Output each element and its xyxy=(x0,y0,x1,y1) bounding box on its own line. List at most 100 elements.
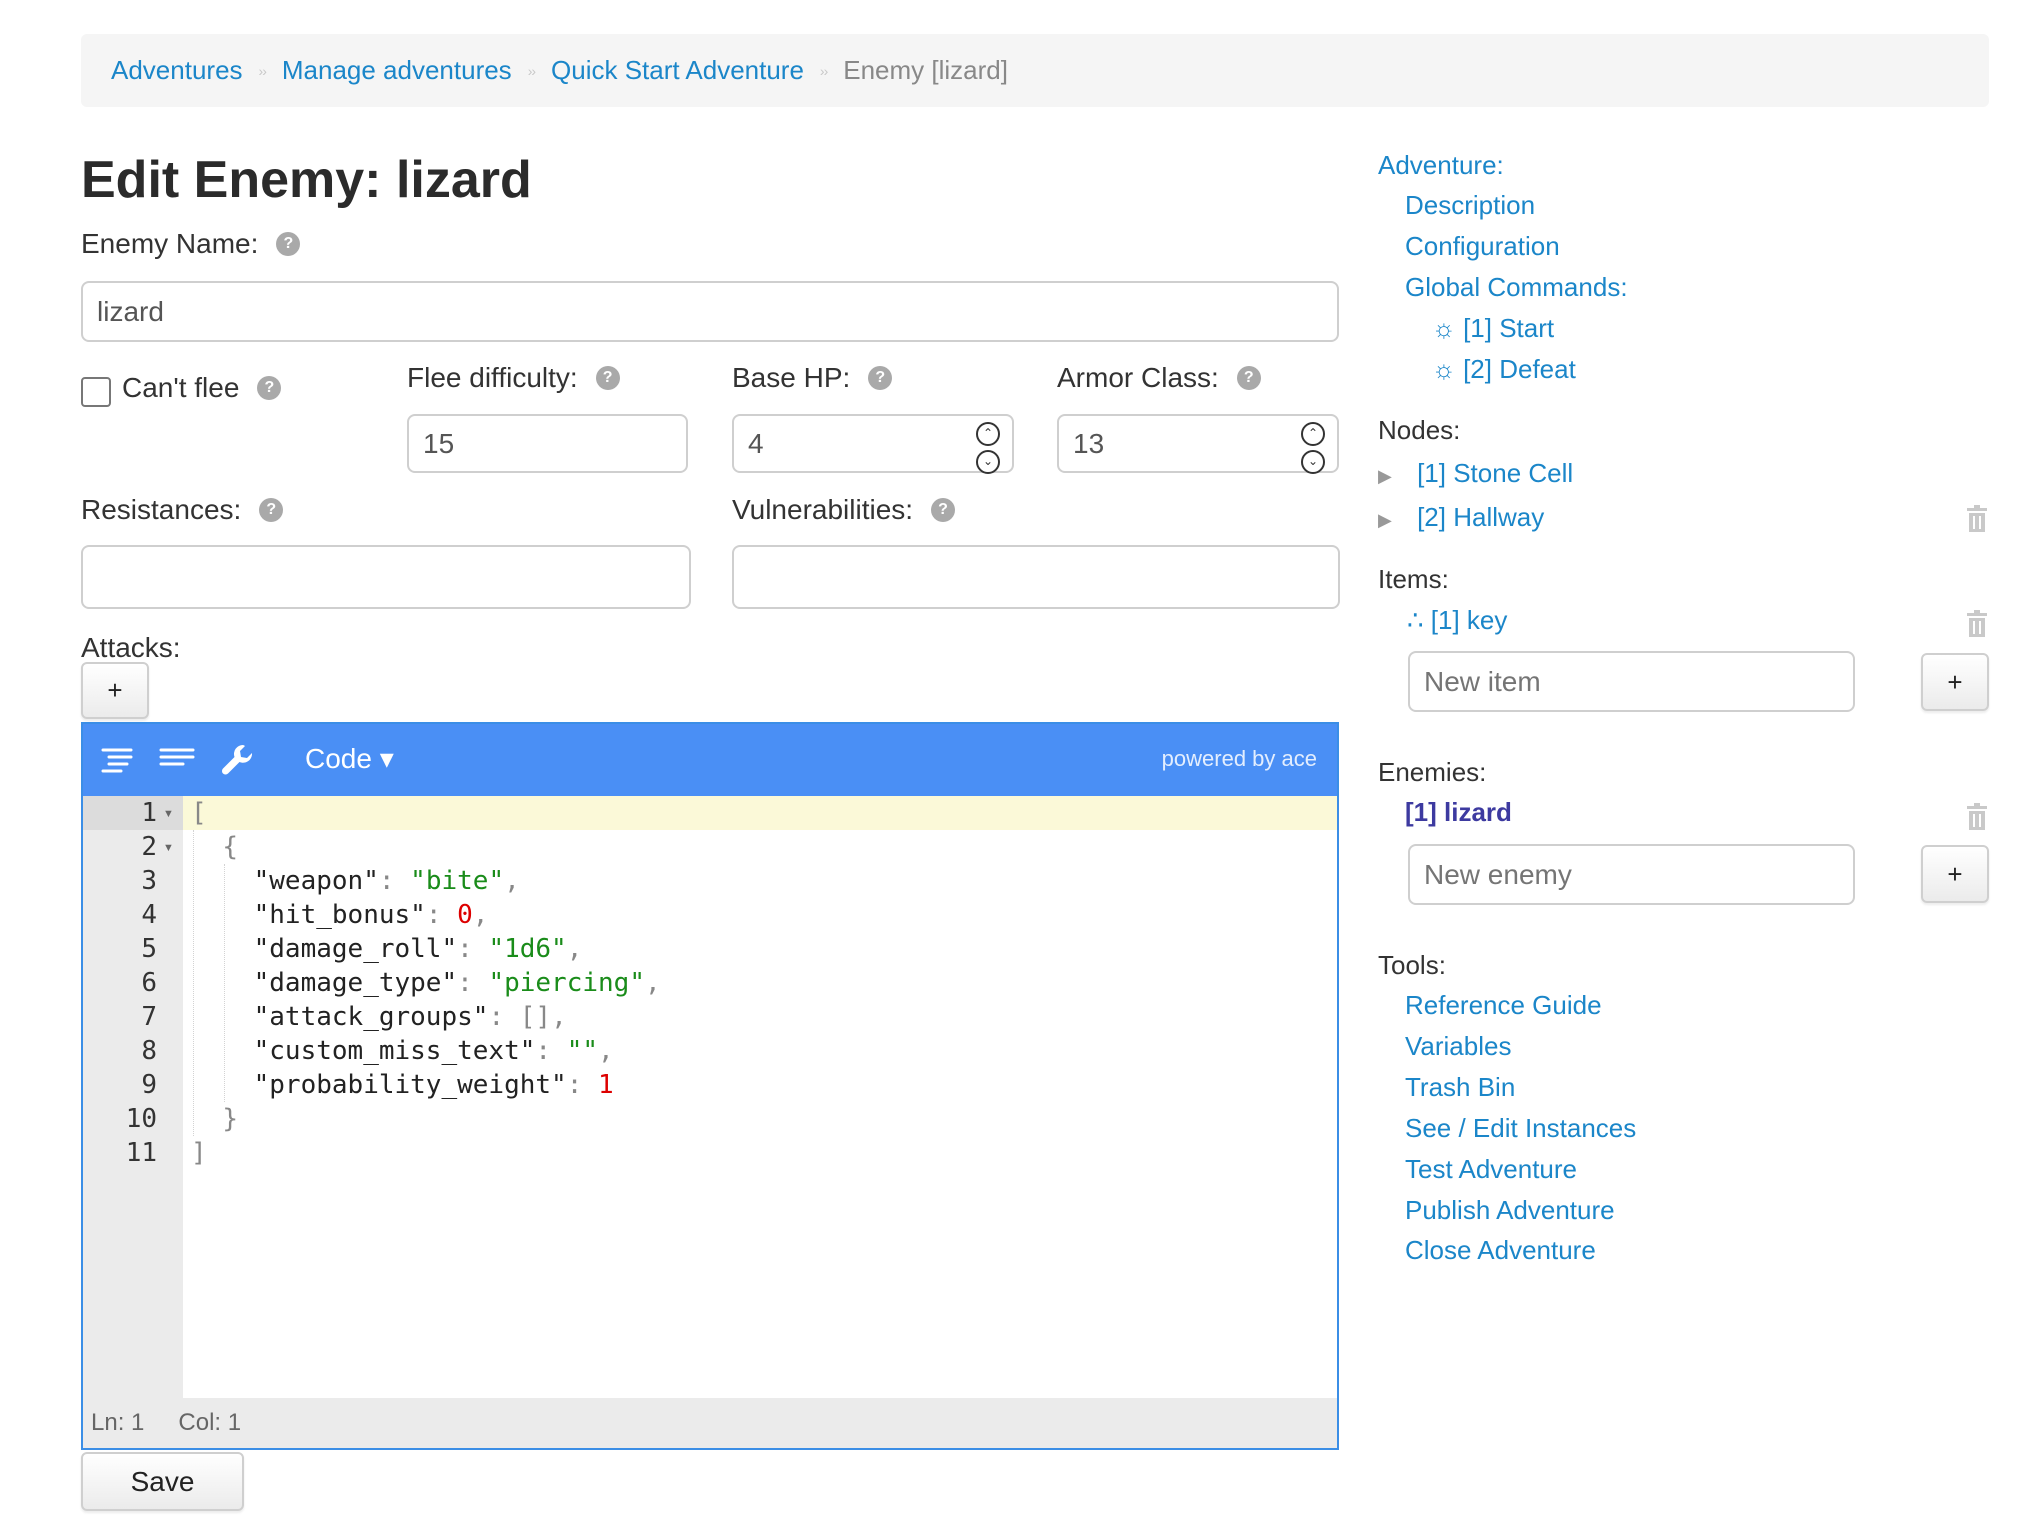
sidebar-global-command-start[interactable]: ☼ [1] Start xyxy=(1432,313,1554,344)
tool-see-edit-instances[interactable]: See / Edit Instances xyxy=(1405,1113,1636,1144)
flee-difficulty-label: Flee difficulty: ? xyxy=(407,362,620,394)
compact-icon[interactable] xyxy=(159,742,195,778)
sidebar-node-item[interactable]: ▶ [1] Stone Cell xyxy=(1378,458,1573,489)
editor-toolbar: Code ▾ powered by ace xyxy=(83,724,1337,796)
increment-icon[interactable]: ⌃ xyxy=(1301,422,1325,446)
base-hp-label: Base HP: ? xyxy=(732,362,893,394)
sidebar-item-label: [1] key xyxy=(1430,605,1508,635)
add-attack-button[interactable]: + xyxy=(81,662,149,719)
line-number: 1 xyxy=(141,798,157,828)
sidebar-description-link[interactable]: Description xyxy=(1405,190,1535,221)
breadcrumb-quick-start-adventure[interactable]: Quick Start Adventure xyxy=(551,55,804,86)
tool-close-adventure[interactable]: Close Adventure xyxy=(1405,1235,1596,1266)
decrement-icon[interactable]: ⌄ xyxy=(976,450,1000,474)
tool-variables[interactable]: Variables xyxy=(1405,1031,1511,1062)
code-line: } xyxy=(222,1104,238,1134)
code-line: "damage_type": "piercing", xyxy=(253,968,661,998)
tool-test-adventure[interactable]: Test Adventure xyxy=(1405,1154,1577,1185)
page-title: Edit Enemy: lizard xyxy=(81,151,532,209)
help-icon[interactable]: ? xyxy=(259,498,284,522)
gear-icon: ☼ xyxy=(1432,354,1456,384)
editor-statusbar: Ln: 1 Col: 1 xyxy=(83,1398,1337,1448)
code-line: ] xyxy=(191,1138,207,1168)
help-icon[interactable]: ? xyxy=(868,366,893,390)
base-hp-input[interactable]: 4 ⌃ ⌄ xyxy=(732,414,1014,474)
breadcrumb-adventures[interactable]: Adventures xyxy=(111,55,243,86)
enemy-name-input[interactable]: lizard xyxy=(81,281,1339,342)
sidebar-enemy-lizard[interactable]: [1] lizard xyxy=(1405,797,1512,828)
sidebar-adventure-link[interactable]: Adventure: xyxy=(1378,150,1504,181)
breadcrumb-separator: ›› xyxy=(258,62,267,79)
format-icon[interactable] xyxy=(99,742,135,778)
cant-flee-label: Can't flee ? xyxy=(122,372,282,404)
code-line: "custom_miss_text": "", xyxy=(253,1036,614,1066)
wrench-icon[interactable] xyxy=(219,742,255,778)
enemy-name-value: lizard xyxy=(97,295,164,327)
line-number: 7 xyxy=(141,1002,157,1032)
sidebar-configuration-link[interactable]: Configuration xyxy=(1405,231,1560,262)
sidebar-item-key[interactable]: ∴ [1] key xyxy=(1407,605,1507,636)
status-column: Col: 1 xyxy=(178,1409,242,1436)
new-enemy-input[interactable] xyxy=(1408,844,1855,905)
expand-triangle-icon[interactable]: ▶ xyxy=(1378,466,1392,486)
base-hp-spinner: ⌃ ⌄ xyxy=(976,422,1000,474)
tool-publish-adventure[interactable]: Publish Adventure xyxy=(1405,1195,1615,1226)
vulnerabilities-label-text: Vulnerabilities: xyxy=(732,494,914,525)
global-command-label: [2] Defeat xyxy=(1463,354,1576,384)
add-enemy-button[interactable]: + xyxy=(1921,845,1989,903)
code-line: "hit_bonus": 0, xyxy=(253,900,489,930)
trash-icon[interactable] xyxy=(1966,610,1988,638)
powered-by-ace-link[interactable]: powered by ace xyxy=(1162,746,1317,772)
armor-class-input[interactable]: 13 ⌃ ⌄ xyxy=(1057,414,1339,474)
code-line: "damage_roll": "1d6", xyxy=(253,934,583,964)
sidebar-node-item[interactable]: ▶ [2] Hallway xyxy=(1378,502,1544,533)
base-hp-value: 4 xyxy=(748,427,764,459)
save-button[interactable]: Save xyxy=(81,1452,244,1511)
resistances-input[interactable] xyxy=(81,545,691,609)
increment-icon[interactable]: ⌃ xyxy=(976,422,1000,446)
line-number: 9 xyxy=(141,1070,157,1100)
line-number: 5 xyxy=(141,934,157,964)
flee-difficulty-input[interactable]: 15 xyxy=(407,414,688,473)
help-icon[interactable]: ? xyxy=(1236,366,1261,390)
help-icon[interactable]: ? xyxy=(276,232,301,256)
sidebar-node-link[interactable]: [2] Hallway xyxy=(1417,502,1544,532)
help-icon[interactable]: ? xyxy=(257,376,282,400)
help-icon[interactable]: ? xyxy=(931,498,956,522)
global-command-label: [1] Start xyxy=(1463,313,1555,343)
vulnerabilities-label: Vulnerabilities: ? xyxy=(732,494,956,526)
tool-trash-bin[interactable]: Trash Bin xyxy=(1405,1072,1515,1103)
fold-arrow-icon[interactable]: ▼ xyxy=(163,808,174,820)
attacks-label-text: Attacks: xyxy=(81,632,181,663)
code-line: { xyxy=(222,832,238,862)
breadcrumb-separator: ›› xyxy=(527,62,536,79)
vulnerabilities-input[interactable] xyxy=(732,545,1340,609)
help-icon[interactable]: ? xyxy=(595,366,620,390)
new-item-input[interactable] xyxy=(1408,651,1855,712)
expand-triangle-icon[interactable]: ▶ xyxy=(1378,510,1392,530)
sidebar-node-link[interactable]: [1] Stone Cell xyxy=(1417,458,1573,488)
sidebar-global-commands-link[interactable]: Global Commands: xyxy=(1405,272,1628,303)
sidebar-enemies-heading: Enemies: xyxy=(1378,757,1487,787)
breadcrumb-current: Enemy [lizard] xyxy=(843,55,1008,85)
editor-gutter: 1 2 3 4 5 6 7 8 9 10 11 ▼ ▼ xyxy=(83,796,183,1402)
decrement-icon[interactable]: ⌄ xyxy=(1301,450,1325,474)
line-number: 2 xyxy=(141,832,157,862)
trash-icon[interactable] xyxy=(1966,803,1988,831)
tool-reference-guide[interactable]: Reference Guide xyxy=(1405,990,1602,1021)
line-number: 3 xyxy=(141,866,157,896)
armor-class-label: Armor Class: ? xyxy=(1057,362,1261,394)
code-line: "attack_groups": [], xyxy=(253,1002,567,1032)
code-editor[interactable]: Code ▾ powered by ace 1 2 3 4 5 6 7 8 9 … xyxy=(81,722,1339,1450)
line-number: 11 xyxy=(125,1138,157,1168)
code-line: "probability_weight": 1 xyxy=(253,1070,614,1100)
sidebar-nodes-heading: Nodes: xyxy=(1378,415,1461,445)
fold-arrow-icon[interactable]: ▼ xyxy=(163,842,174,854)
sidebar-global-command-defeat[interactable]: ☼ [2] Defeat xyxy=(1432,354,1576,385)
trash-icon[interactable] xyxy=(1966,505,1988,533)
editor-code-area[interactable]: [ { "weapon": "bite", "hit_bonus": 0, "d… xyxy=(183,796,1337,1402)
add-item-button[interactable]: + xyxy=(1921,653,1989,711)
cant-flee-checkbox[interactable] xyxy=(81,377,111,407)
breadcrumb-manage-adventures[interactable]: Manage adventures xyxy=(282,55,512,86)
editor-mode-dropdown[interactable]: Code ▾ xyxy=(305,742,394,775)
